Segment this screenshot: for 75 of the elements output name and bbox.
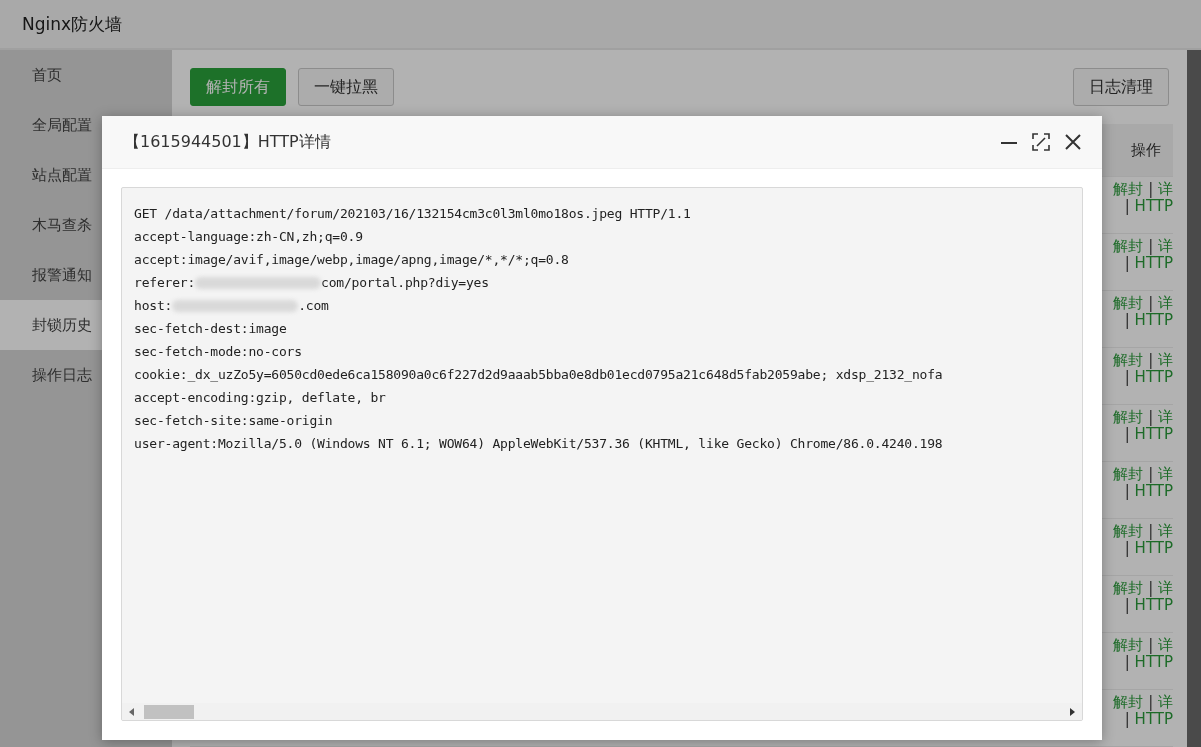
- header-line: com/portal.php?diy=yes: [321, 274, 489, 292]
- unblock-link[interactable]: 解封: [1113, 180, 1144, 198]
- header-line: sec-fetch-site:same-origin: [134, 412, 334, 430]
- separator: |: [1148, 693, 1154, 711]
- toolbar-button[interactable]: 解封所有: [190, 68, 286, 106]
- separator: |: [1124, 197, 1130, 215]
- maximize-icon[interactable]: [1032, 133, 1050, 151]
- detail-link[interactable]: 详: [1158, 465, 1173, 483]
- separator: |: [1124, 653, 1130, 671]
- left-arrow-icon[interactable]: [128, 707, 136, 716]
- column-header: 操作: [1130, 139, 1162, 161]
- http-link[interactable]: HTTP: [1134, 368, 1173, 386]
- unblock-link[interactable]: 解封: [1113, 351, 1144, 369]
- unblock-link[interactable]: 解封: [1113, 294, 1144, 312]
- unblock-link[interactable]: 解封: [1113, 408, 1144, 426]
- scrollbar-thumb[interactable]: [144, 704, 194, 719]
- http-link[interactable]: HTTP: [1134, 482, 1173, 500]
- separator: |: [1124, 482, 1130, 500]
- separator: |: [1148, 237, 1154, 255]
- app-title: Nginx防火墙: [22, 12, 123, 36]
- dialog-title: 【1615944501】HTTP详情: [124, 131, 332, 153]
- separator: |: [1148, 522, 1154, 540]
- separator: |: [1148, 351, 1154, 369]
- detail-link[interactable]: 详: [1158, 294, 1173, 312]
- scrollbar[interactable]: [1187, 50, 1201, 747]
- toolbar-button[interactable]: 一键拉黑: [298, 68, 394, 106]
- http-link[interactable]: HTTP: [1134, 197, 1173, 215]
- header-line: accept-language:zh-CN,zh;q=0.9: [134, 228, 364, 246]
- detail-link[interactable]: 详: [1158, 237, 1173, 255]
- http-link[interactable]: HTTP: [1134, 653, 1173, 671]
- header-line: GET /data/attachment/forum/202103/16/132154cm3c0l3ml0mo18os.jpeg HTTP/1.1: [134, 205, 692, 223]
- horizontal-scrollbar[interactable]: [122, 703, 1082, 720]
- detail-link[interactable]: 详: [1158, 693, 1173, 711]
- detail-link[interactable]: 详: [1158, 636, 1173, 654]
- detail-link[interactable]: 详: [1158, 408, 1173, 426]
- unblock-link[interactable]: 解封: [1113, 693, 1144, 711]
- separator: |: [1124, 254, 1130, 272]
- header-line: host:: [134, 297, 173, 315]
- unblock-link[interactable]: 解封: [1113, 636, 1144, 654]
- http-link[interactable]: HTTP: [1134, 254, 1173, 272]
- header-line: user-agent:Mozilla/5.0 (Windows NT 6.1; WOW64) AppleWebKit/537.36 (KHTML, like Gecko) Chrome/86.0.4240.198: [134, 435, 944, 453]
- http-link[interactable]: HTTP: [1134, 596, 1173, 614]
- separator: |: [1148, 636, 1154, 654]
- separator: |: [1148, 579, 1154, 597]
- separator: |: [1148, 294, 1154, 312]
- close-icon[interactable]: [1064, 133, 1082, 151]
- http-link[interactable]: HTTP: [1134, 710, 1173, 728]
- separator: |: [1148, 465, 1154, 483]
- http-link[interactable]: HTTP: [1134, 539, 1173, 557]
- header-line: accept:image/avif,image/webp,image/apng,image/*,*/*;q=0.8: [134, 251, 570, 269]
- header-line: cookie:_dx_uzZo5y=6050cd0ede6ca158090a0c6f227d2d9aaab5bba0e8db01ecd0795a21c648d5fab2059abe; xdsp_2132_nofa: [134, 366, 944, 384]
- separator: |: [1124, 425, 1130, 443]
- detail-link[interactable]: 详: [1158, 579, 1173, 597]
- separator: |: [1124, 539, 1130, 557]
- sidebar-item[interactable]: 首页: [0, 50, 172, 100]
- separator: |: [1124, 368, 1130, 386]
- right-arrow-icon[interactable]: [1068, 707, 1076, 716]
- separator: |: [1124, 596, 1130, 614]
- http-link[interactable]: HTTP: [1134, 311, 1173, 329]
- detail-link[interactable]: 详: [1158, 180, 1173, 198]
- header-line: referer:: [134, 274, 195, 292]
- separator: |: [1124, 710, 1130, 728]
- separator: |: [1148, 408, 1154, 426]
- unblock-link[interactable]: 解封: [1113, 237, 1144, 255]
- toolbar-button[interactable]: 日志清理: [1073, 68, 1169, 106]
- detail-link[interactable]: 详: [1158, 522, 1173, 540]
- separator: |: [1124, 311, 1130, 329]
- detail-link[interactable]: 详: [1158, 351, 1173, 369]
- unblock-link[interactable]: 解封: [1113, 579, 1144, 597]
- unblock-link[interactable]: 解封: [1113, 522, 1144, 540]
- header-line: accept-encoding:gzip, deflate, br: [134, 389, 387, 407]
- unblock-link[interactable]: 解封: [1113, 465, 1144, 483]
- http-link[interactable]: HTTP: [1134, 425, 1173, 443]
- header-line: .com: [298, 297, 329, 315]
- separator: |: [1148, 180, 1154, 198]
